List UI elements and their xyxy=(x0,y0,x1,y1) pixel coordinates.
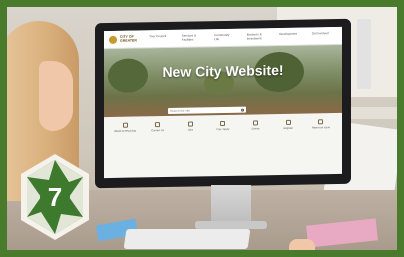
monitor-stand xyxy=(211,185,251,223)
search-icon[interactable] xyxy=(241,108,244,112)
nav-item[interactable]: Get Involved xyxy=(312,31,330,39)
quicklink-label: Waste & Recycling xyxy=(114,129,136,133)
quicklink[interactable]: Contact Us xyxy=(147,122,169,148)
quicklink[interactable]: Pay / Apply xyxy=(212,120,234,147)
website-screen: CITY OF GREATER Your Council Services & … xyxy=(104,26,342,179)
binder xyxy=(357,19,371,89)
keyboard xyxy=(123,229,251,249)
card-icon xyxy=(220,120,226,127)
bin-icon xyxy=(122,122,128,128)
alert-icon xyxy=(318,119,324,125)
calendar-icon xyxy=(253,120,259,126)
nav-item[interactable]: Your Council xyxy=(149,34,167,42)
clipboard-icon xyxy=(285,119,291,125)
badge-number: 7 xyxy=(48,182,62,212)
monitor: CITY OF GREATER Your Council Services & … xyxy=(95,18,351,196)
quicklink-label: Events xyxy=(251,127,260,131)
aperture-icon: 7 xyxy=(21,154,89,240)
search-placeholder: Search the site xyxy=(170,108,191,113)
number-badge: 7 xyxy=(17,152,93,242)
briefcase-icon xyxy=(187,121,193,127)
quicklink-label: Jobs xyxy=(187,128,194,132)
video-frame: CITY OF GREATER Your Council Services & … xyxy=(7,7,397,250)
nav-item[interactable]: Business & Investment xyxy=(247,32,265,40)
nav-item[interactable]: Development xyxy=(279,32,297,40)
quicklink-label: Pay / Apply xyxy=(216,127,230,132)
monitor-stand-base xyxy=(195,221,267,229)
quicklink[interactable]: Events xyxy=(245,120,267,146)
quicklink[interactable]: Jobs xyxy=(179,121,201,147)
hand xyxy=(289,239,315,250)
search-input[interactable]: Search the site xyxy=(168,106,246,114)
quicklink[interactable]: Register xyxy=(277,119,299,146)
hero-title: New City Website! xyxy=(162,61,284,81)
person-face xyxy=(39,61,73,131)
quicklink-label: Register xyxy=(283,126,294,130)
site-nav: Your Council Services & Facilities Commu… xyxy=(142,31,337,42)
city-logo-icon[interactable] xyxy=(109,35,117,44)
hero-banner: New City Website! Search the site xyxy=(104,44,342,118)
quicklinks: Waste & Recycling Contact Us Jobs Pay / … xyxy=(114,119,332,149)
quicklink-label: Contact Us xyxy=(151,129,165,133)
city-logo-text[interactable]: CITY OF GREATER xyxy=(120,34,142,43)
quicklink[interactable]: Report an issue xyxy=(310,119,332,145)
nav-item[interactable]: Community Life xyxy=(214,33,232,41)
quicklink[interactable]: Waste & Recycling xyxy=(114,122,136,149)
quicklink-label: Report an issue xyxy=(311,126,331,130)
nav-item[interactable]: Services & Facilities xyxy=(182,34,200,42)
phone-icon xyxy=(155,122,161,128)
